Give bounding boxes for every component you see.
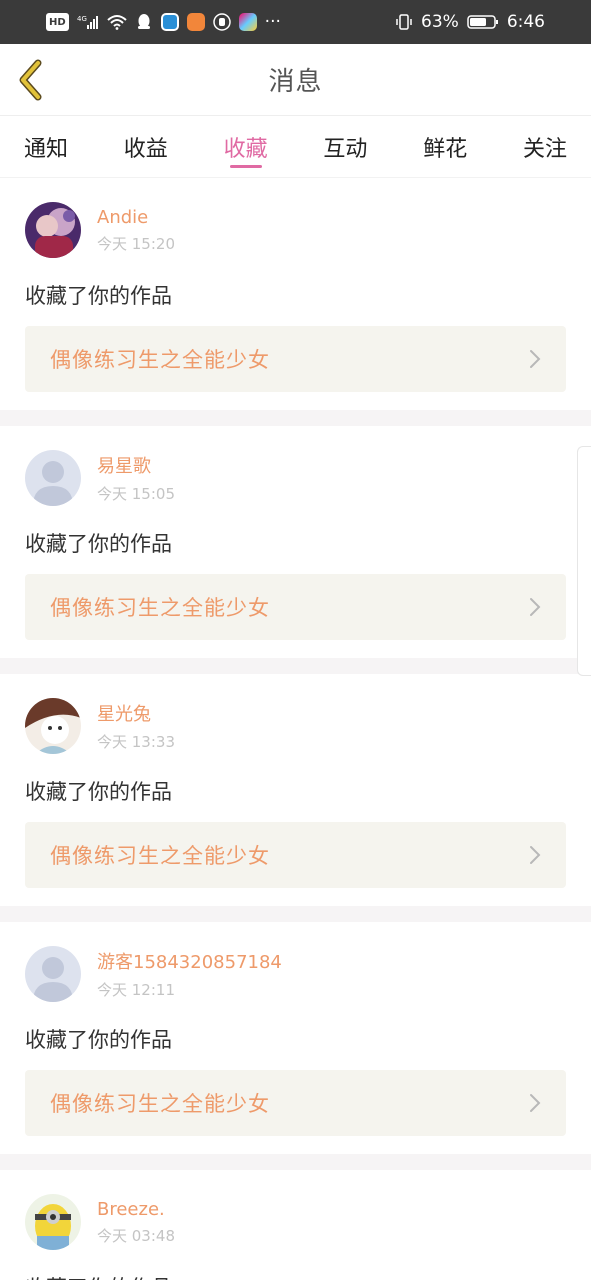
title-bar: 消息 [0, 44, 591, 116]
gallery-app-icon [238, 13, 257, 31]
signal-icon: 4G [77, 13, 99, 31]
avatar[interactable] [25, 698, 81, 754]
tab-notifications[interactable]: 通知 [24, 116, 68, 178]
timestamp: 今天 12:11 [97, 981, 175, 999]
user-row: 易星歌 今天 15:05 [25, 448, 566, 508]
work-link[interactable]: 偶像练习生之全能少女 [25, 822, 566, 888]
back-arrow-icon[interactable] [14, 58, 48, 102]
tab-following[interactable]: 关注 [523, 116, 567, 178]
divider [0, 1154, 591, 1170]
username[interactable]: 易星歌 [97, 452, 175, 478]
timestamp: 今天 15:05 [97, 485, 175, 503]
timestamp: 今天 03:48 [97, 1226, 175, 1245]
username[interactable]: Breeze. [97, 1199, 175, 1220]
timestamp: 今天 15:20 [97, 234, 175, 253]
action-text: 收藏了你的作品 [25, 532, 172, 556]
qq-icon [135, 13, 153, 31]
user-row: 游客1584320857184 今天 12:11 [25, 944, 566, 1004]
chevron-right-icon [530, 598, 541, 616]
tab-flowers[interactable]: 鲜花 [423, 116, 467, 178]
vibrate-icon [395, 13, 413, 31]
list-item: 游客1584320857184 今天 12:11 收藏了你的作品 偶像练习生之全… [0, 922, 591, 1154]
tab-earnings[interactable]: 收益 [124, 116, 168, 178]
battery-icon [467, 13, 499, 31]
user-meta: Andie 今天 15:20 [97, 207, 175, 254]
status-bar: HD 4G ··· 63% 6:46 [0, 0, 591, 44]
divider [0, 410, 591, 426]
username[interactable]: Andie [97, 207, 175, 228]
page-title: 消息 [268, 67, 323, 97]
user-row: 星光兔 今天 13:33 [25, 696, 566, 756]
work-link[interactable]: 偶像练习生之全能少女 [25, 326, 566, 392]
network-type: 4G [77, 15, 87, 23]
hand-icon [212, 13, 231, 31]
hd-icon: HD [46, 13, 69, 31]
user-row: Breeze. 今天 03:48 [25, 1192, 566, 1252]
battery-percent: 63% [421, 12, 459, 32]
tab-interactions[interactable]: 互动 [323, 116, 367, 178]
list-item: 易星歌 今天 15:05 收藏了你的作品 偶像练习生之全能少女 [0, 426, 591, 658]
more-notifications: ··· [264, 12, 281, 32]
work-link[interactable]: 偶像练习生之全能少女 [25, 1070, 566, 1136]
side-scroll-handle[interactable] [577, 446, 591, 676]
action-text: 收藏了你的作品 [25, 284, 172, 308]
avatar[interactable] [25, 202, 81, 258]
avatar[interactable] [25, 450, 81, 506]
status-right: 63% 6:46 [395, 12, 545, 32]
clock: 6:46 [506, 12, 545, 32]
list-item: Andie 今天 15:20 收藏了你的作品 偶像练习生之全能少女 [0, 178, 591, 410]
avatar[interactable] [25, 946, 81, 1002]
chevron-right-icon [530, 846, 541, 864]
list-item: Breeze. 今天 03:48 收藏了你的作品 [0, 1170, 591, 1280]
username[interactable]: 星光兔 [97, 700, 175, 726]
work-title: 偶像练习生之全能少女 [50, 844, 270, 868]
tab-favorites[interactable]: 收藏 [224, 116, 268, 178]
username[interactable]: 游客1584320857184 [97, 948, 282, 974]
user-meta: 易星歌 今天 15:05 [97, 452, 175, 504]
timestamp: 今天 13:33 [97, 733, 175, 751]
wifi-icon [107, 13, 127, 31]
chevron-right-icon [530, 350, 541, 368]
divider [0, 906, 591, 922]
work-title: 偶像练习生之全能少女 [50, 348, 270, 372]
message-list: Andie 今天 15:20 收藏了你的作品 偶像练习生之全能少女 易星歌 今天… [0, 178, 591, 1280]
avatar[interactable] [25, 1194, 81, 1250]
user-meta: Breeze. 今天 03:48 [97, 1199, 175, 1246]
tab-bar: 通知 收益 收藏 互动 鲜花 关注 [0, 116, 591, 178]
user-meta: 星光兔 今天 13:33 [97, 700, 175, 752]
action-text: 收藏了你的作品 [25, 1272, 566, 1280]
action-text: 收藏了你的作品 [25, 780, 172, 804]
divider [0, 658, 591, 674]
action-text: 收藏了你的作品 [25, 1028, 172, 1052]
browser-app-icon [160, 13, 179, 31]
work-link[interactable]: 偶像练习生之全能少女 [25, 574, 566, 640]
status-left: HD 4G ··· [46, 12, 281, 32]
video-app-icon [186, 13, 205, 31]
work-title: 偶像练习生之全能少女 [50, 1092, 270, 1116]
user-meta: 游客1584320857184 今天 12:11 [97, 948, 282, 1000]
user-row: Andie 今天 15:20 [25, 200, 566, 260]
list-item: 星光兔 今天 13:33 收藏了你的作品 偶像练习生之全能少女 [0, 674, 591, 906]
chevron-right-icon [530, 1094, 541, 1112]
work-title: 偶像练习生之全能少女 [50, 596, 270, 620]
